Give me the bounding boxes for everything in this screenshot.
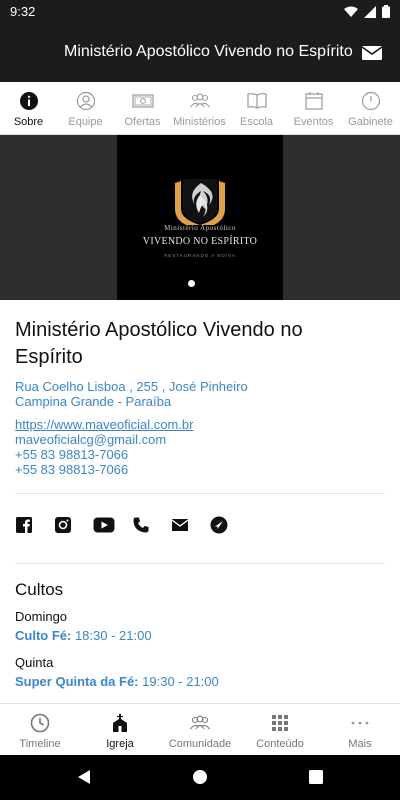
directions-button[interactable] — [210, 514, 249, 536]
navigation-icon — [210, 516, 228, 534]
mail-icon — [361, 46, 383, 60]
email-button[interactable] — [171, 514, 210, 536]
service-schedule: Culto Fé: 18:30 - 21:00 — [15, 628, 152, 643]
clock-icon — [360, 90, 382, 112]
church-icon — [109, 712, 131, 734]
flame-logo-icon — [175, 179, 225, 225]
nav-comunidade[interactable]: Comunidade — [160, 704, 240, 755]
status-bar: 9:32 — [0, 0, 400, 24]
church-name: Ministério Apostólico Vivendo no Espírit… — [15, 319, 303, 368]
app-title: Ministério Apostólico Vivendo no Espírit… — [64, 43, 353, 60]
service-time: 19:30 - 21:00 — [142, 674, 219, 689]
book-icon — [246, 90, 268, 112]
mail-button[interactable] — [360, 41, 384, 65]
hero-carousel[interactable]: Ministério Apostólico VIVENDO NO ESPÍRIT… — [0, 135, 400, 300]
facebook-icon — [16, 517, 32, 533]
back-icon[interactable] — [76, 769, 92, 785]
divider — [15, 493, 385, 494]
user-icon — [75, 90, 97, 112]
group-icon — [189, 90, 211, 112]
service-schedule: Super Quinta da Fé: 19:30 - 21:00 — [15, 674, 219, 689]
status-time: 9:32 — [10, 4, 36, 19]
tab-label: Escola — [239, 116, 274, 128]
nav-igreja[interactable]: Igreja — [80, 704, 160, 755]
tab-label: Equipe — [68, 116, 103, 128]
tab-gabinete[interactable]: Gabinete — [342, 82, 399, 134]
service-time: 18:30 - 21:00 — [74, 628, 152, 643]
home-icon[interactable] — [192, 769, 208, 785]
contact-list: https://www.maveoficial.com.br maveofici… — [15, 417, 193, 477]
service-name: Culto Fé: — [15, 628, 72, 643]
address-line2: Campina Grande - Paraíba — [15, 394, 172, 409]
youtube-icon — [93, 517, 115, 533]
tab-label: Sobre — [13, 116, 44, 128]
nav-label: Timeline — [19, 738, 61, 750]
nav-label: Comunidade — [168, 738, 232, 750]
services-title: Cultos — [15, 580, 64, 599]
status-icons — [344, 5, 390, 18]
tab-label: Gabinete — [348, 116, 393, 128]
address-line1: Rua Coelho Lisboa , 255 , José Pinheiro — [15, 379, 248, 394]
nav-label: Igreja — [106, 738, 134, 750]
website-link[interactable]: https://www.maveoficial.com.br — [15, 417, 193, 432]
section-tabs: Sobre Equipe Ofertas Ministérios Escola … — [0, 82, 400, 135]
nav-mais[interactable]: Mais — [320, 704, 400, 755]
more-icon — [349, 712, 371, 734]
community-icon — [189, 712, 211, 734]
calendar-icon — [303, 90, 325, 112]
mail-icon — [171, 519, 189, 531]
phone-link-1[interactable]: +55 83 98813-7066 — [15, 447, 193, 462]
money-icon — [131, 90, 154, 112]
service-name: Super Quinta da Fé: — [15, 674, 139, 689]
tab-label: Eventos — [293, 116, 334, 128]
tab-label: Ofertas — [124, 116, 161, 128]
tab-ministerios[interactable]: Ministérios — [171, 82, 228, 134]
church-logo-image: Ministério Apostólico VIVENDO NO ESPÍRIT… — [117, 135, 283, 300]
tab-eventos[interactable]: Eventos — [285, 82, 342, 134]
youtube-button[interactable] — [93, 514, 132, 536]
battery-icon — [382, 5, 390, 18]
tab-equipe[interactable]: Equipe — [57, 82, 114, 134]
logo-text-line1: Ministério Apostólico — [164, 224, 236, 232]
phone-icon — [133, 517, 149, 533]
tab-ofertas[interactable]: Ofertas — [114, 82, 171, 134]
facebook-button[interactable] — [15, 514, 54, 536]
app-bar: Ministério Apostólico Vivendo no Espírit… — [0, 24, 400, 82]
bottom-nav: Timeline Igreja Comunidade Conteúdo Mais — [0, 703, 400, 755]
wifi-icon — [344, 6, 358, 17]
nav-conteudo[interactable]: Conteúdo — [240, 704, 320, 755]
address[interactable]: Rua Coelho Lisboa , 255 , José Pinheiro … — [15, 379, 248, 409]
signal-icon — [364, 5, 376, 18]
divider — [15, 563, 385, 564]
social-links — [15, 514, 249, 536]
service-day: Domingo — [15, 609, 68, 624]
email-link[interactable]: maveoficialcg@gmail.com — [15, 432, 193, 447]
grid-icon — [269, 712, 291, 734]
tab-escola[interactable]: Escola — [228, 82, 285, 134]
phone-button[interactable] — [132, 514, 171, 536]
system-nav-bar — [0, 755, 400, 800]
tab-label: Ministérios — [173, 116, 226, 128]
service-day: Quinta — [15, 655, 54, 670]
carousel-indicator-dot[interactable] — [188, 280, 195, 287]
phone-link-2[interactable]: +55 83 98813-7066 — [15, 462, 193, 477]
nav-timeline[interactable]: Timeline — [0, 704, 80, 755]
recents-icon[interactable] — [309, 770, 323, 784]
nav-label: Mais — [348, 738, 372, 750]
tab-sobre[interactable]: Sobre — [0, 82, 57, 134]
nav-label: Conteúdo — [256, 738, 304, 750]
logo-text-line3: RESTAURANDO A NOIVA — [164, 253, 236, 258]
instagram-button[interactable] — [54, 514, 93, 536]
instagram-icon — [55, 517, 71, 533]
clock-icon — [29, 712, 51, 734]
logo-text-line2: VIVENDO NO ESPÍRITO — [142, 236, 258, 247]
info-icon — [18, 90, 40, 112]
